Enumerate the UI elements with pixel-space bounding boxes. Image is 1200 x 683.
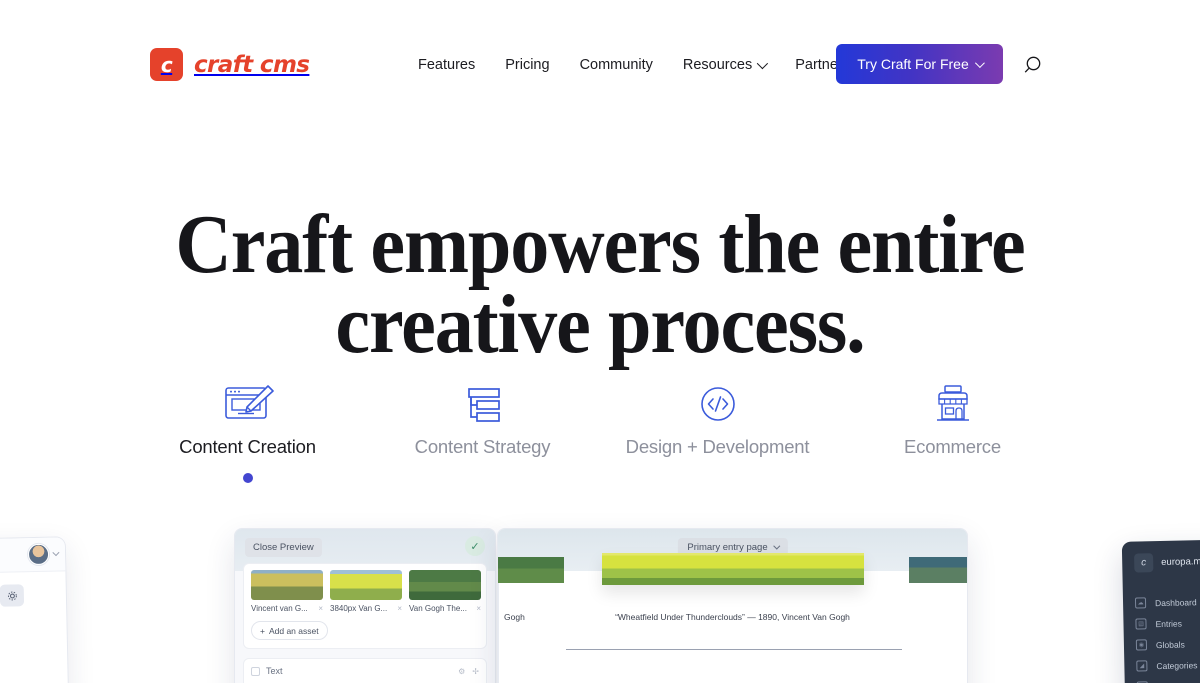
stat-sublabel: total [0,652,67,665]
text-field-label: Text [266,666,283,676]
try-craft-for-free-button[interactable]: Try Craft For Free [836,44,1003,84]
remove-asset-icon[interactable]: × [394,604,402,613]
chevron-down-icon [974,57,985,68]
chevron-down-icon [52,549,60,557]
avatar[interactable] [27,543,50,566]
sidebar-item-label: Categories [1156,659,1198,671]
asset-item[interactable]: Van Gogh The... × [409,570,481,613]
add-asset-label: Add an asset [268,625,319,636]
dashboard-actions: New widget [0,571,66,618]
entries-icon: ▤ [1135,618,1147,630]
preview-image-right [909,557,967,583]
plus-icon: + [260,625,265,636]
block-checkbox[interactable] [251,666,260,676]
nav-item-features[interactable]: Features [418,54,475,76]
preview-caption: “Wheatfield Under Thunderclouds” — 1890,… [615,612,850,622]
preview-image-left [498,557,564,583]
text-block[interactable]: Text ⚙ ✢ <> ¶ B I ≡ ∞ ↗ [243,658,487,683]
nav-item-community[interactable]: Community [580,54,653,76]
add-asset-button[interactable]: + Add an asset [251,621,328,640]
nav-label: Features [418,57,476,73]
dashboard-settings-button[interactable] [0,584,25,607]
sidebar-item-label: Globals [1155,639,1185,650]
chevron-down-icon [773,542,781,550]
sidebar-item-dashboard[interactable]: ☁ Dashboard [1123,589,1200,614]
close-preview-button[interactable]: Close Preview [245,538,322,557]
craft-logo-icon: c [1134,553,1154,573]
globe-icon: ◉ [1135,639,1148,651]
page-title-line-1: Craft empowers the entire [175,198,1025,291]
tab-label: Content Strategy [414,436,551,457]
cp-site-name: europa.museu [1161,555,1200,569]
search-button[interactable] [1020,52,1046,78]
asset-item[interactable]: Vincent van G... × [251,570,323,613]
control-panel-sidebar[interactable]: c europa.museu ☁ Dashboard ▤ Entries ◉ G… [1121,538,1200,683]
brand-wordmark: craft cms [194,51,310,78]
site-header: c craft cms Features Pricing Community R… [0,0,1200,128]
sitemap-icon [457,378,509,424]
page-title-line-2: creative process. [335,277,865,371]
asset-thumbnail [409,570,481,600]
cp-site-header: c europa.museu [1122,538,1200,573]
brand-logo[interactable]: c craft cms [150,48,310,81]
nav-label: Resources [682,57,753,73]
asset-label: 3840px Van G... [330,604,388,613]
nav-label: Community [579,57,653,73]
tab-content-creation[interactable]: Content Creation [130,378,365,483]
folder-icon: ◢ [1136,660,1148,672]
move-icon[interactable]: ✢ [472,667,479,676]
feature-tabs: Content Creation Content Strategy Design… [130,378,1070,483]
tab-label: Design + Development [625,436,810,457]
storefront-icon [926,378,980,424]
nav-label: Pricing [505,57,550,73]
product-screenshot-stage: New widget 96 total Close Preview ✓ [0,510,1200,683]
cta-label: Try Craft For Free [857,56,969,72]
nav-item-resources[interactable]: Resources [682,54,769,76]
stat-widget: 96 total [0,619,67,665]
sidebar-item-categories[interactable]: ◢ Categories [1124,652,1200,677]
assets-field: Vincent van G... × 3840px Van G... × Van… [243,563,487,649]
sidebar-item-label: Dashboard [1154,596,1197,608]
stat-number: 96 [0,619,67,652]
page-title: Craft empowers the entire creative proce… [42,198,1158,371]
preview-hero-image [601,553,864,585]
sidebar-item-globals[interactable]: ◉ Globals [1124,631,1200,656]
dashboard-panel[interactable]: New widget 96 total [0,536,71,683]
asset-item[interactable]: 3840px Van G... × [330,570,402,613]
chevron-down-icon [756,57,769,70]
gauge-icon: ☁ [1134,597,1147,609]
dashboard-topbar [0,537,66,575]
sidebar-item-label: Entries [1155,618,1183,629]
tab-ecommerce[interactable]: Ecommerce [835,378,1070,483]
asset-thumbnails: Vincent van G... × 3840px Van G... × Van… [251,570,481,613]
live-preview-panel[interactable]: Primary entry page Gogh “Wheatfield Unde… [497,528,968,683]
tab-design-development[interactable]: Design + Development [600,378,835,483]
remove-asset-icon[interactable]: × [315,604,323,613]
asset-thumbnail [251,570,323,600]
tab-label: Content Creation [179,436,316,457]
code-circle-icon [694,378,742,424]
main-nav: Features Pricing Community Resources Par… [418,54,850,76]
asset-thumbnail [330,570,402,600]
divider [566,649,902,650]
remove-asset-icon[interactable]: × [473,604,481,613]
sidebar-item-entries[interactable]: ▤ Entries [1123,610,1200,635]
preview-caption-fragment: Gogh [504,612,525,622]
entry-editor-panel[interactable]: Close Preview ✓ Vincent van G... × 3840p… [234,528,496,683]
tab-label: Ecommerce [904,436,1001,457]
asset-label: Van Gogh The... [409,604,467,613]
active-tab-indicator [242,473,253,483]
browser-pencil-icon [220,378,276,424]
cp-nav: ☁ Dashboard ▤ Entries ◉ Globals ◢ Catego… [1123,589,1200,683]
craft-logo-icon: c [150,48,183,81]
divider [498,583,499,683]
nav-item-pricing[interactable]: Pricing [505,54,549,76]
gear-icon [7,591,17,600]
check-circle-icon: ✓ [465,536,485,556]
asset-label: Vincent van G... [251,604,308,613]
page-selector-label: Primary entry page [687,542,768,553]
block-settings-icon[interactable]: ⚙ [458,667,465,676]
search-icon [1024,56,1041,73]
tab-content-strategy[interactable]: Content Strategy [365,378,600,483]
